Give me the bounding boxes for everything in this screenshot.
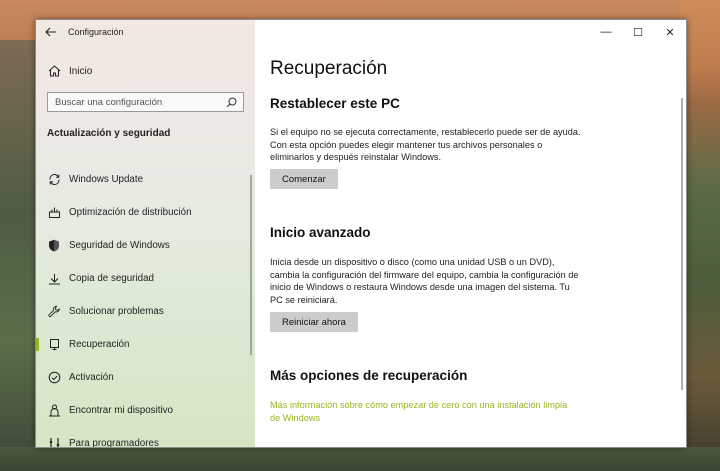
page-title: Recuperación (270, 58, 388, 79)
delivery-optimization-icon (47, 206, 61, 220)
sidebar-item-label: Solucionar problemas (69, 306, 164, 317)
check-circle-icon (47, 371, 61, 385)
minimize-icon: — (600, 26, 612, 38)
sidebar-item-activation[interactable]: Activación (36, 361, 255, 394)
sidebar-scrollbar[interactable] (250, 175, 252, 355)
restart-now-button[interactable]: Reiniciar ahora (270, 312, 358, 332)
wrench-icon (47, 305, 61, 319)
section-heading: Actualización y seguridad (47, 128, 171, 139)
sidebar-item-backup[interactable]: Copia de seguridad (36, 262, 255, 295)
sidebar-item-label: Copia de seguridad (69, 273, 154, 284)
desktop-background-bottom (0, 447, 720, 471)
sidebar-item-for-developers[interactable]: Para programadores (36, 427, 255, 448)
sidebar-item-label: Activación (69, 372, 114, 383)
title-bar: Configuración (36, 20, 255, 44)
search-box[interactable] (47, 92, 244, 112)
reset-pc-description: Si el equipo no se ejecuta correctamente… (270, 127, 581, 163)
window-controls: — ☐ ✕ (590, 20, 686, 44)
sidebar: Configuración Inicio Actualización y seg… (36, 20, 255, 447)
sidebar-item-find-my-device[interactable]: Encontrar mi dispositivo (36, 394, 255, 427)
reset-pc-heading: Restablecer este PC (270, 96, 400, 111)
sidebar-item-delivery-optimization[interactable]: Optimización de distribución (36, 196, 255, 229)
developer-icon (47, 437, 61, 447)
close-icon: ✕ (665, 26, 675, 39)
close-button[interactable]: ✕ (654, 20, 686, 44)
main-scrollbar[interactable] (681, 98, 683, 390)
sidebar-item-label: Para programadores (69, 438, 159, 448)
sync-icon (47, 173, 61, 187)
sidebar-item-label: Seguridad de Windows (69, 240, 170, 251)
search-input[interactable] (55, 96, 215, 108)
sidebar-item-home[interactable]: Inicio (36, 60, 255, 82)
advanced-startup-description: Inicia desde un dispositivo o disco (com… (270, 257, 579, 305)
nav-list: Windows Update Optimización de distribuc… (36, 163, 255, 448)
app-title: Configuración (68, 27, 124, 37)
advanced-startup-heading: Inicio avanzado (270, 225, 371, 240)
sidebar-item-label: Inicio (69, 65, 93, 77)
back-arrow-icon (45, 27, 56, 37)
sidebar-item-windows-security[interactable]: Seguridad de Windows (36, 229, 255, 262)
backup-arrow-icon (47, 272, 61, 286)
maximize-icon: ☐ (633, 26, 643, 39)
clean-install-link[interactable]: Más información sobre cómo empezar de ce… (270, 399, 570, 424)
sidebar-item-troubleshoot[interactable]: Solucionar problemas (36, 295, 255, 328)
recovery-icon (47, 338, 61, 352)
sidebar-item-label: Optimización de distribución (69, 207, 192, 218)
shield-icon (47, 239, 61, 253)
search-icon[interactable] (225, 96, 237, 108)
maximize-button[interactable]: ☐ (622, 20, 654, 44)
back-button[interactable] (36, 20, 66, 44)
minimize-button[interactable]: — (590, 20, 622, 44)
main-content: — ☐ ✕ Recuperación Restablecer este PC S… (255, 20, 686, 447)
sidebar-item-label: Recuperación (69, 339, 130, 350)
home-icon (47, 64, 61, 78)
person-locate-icon (47, 404, 61, 418)
settings-window: Configuración Inicio Actualización y seg… (35, 19, 687, 448)
sidebar-item-label: Encontrar mi dispositivo (69, 405, 173, 416)
more-recovery-options-heading: Más opciones de recuperación (270, 368, 468, 383)
sidebar-item-label: Windows Update (69, 174, 144, 185)
desktop-background-left (0, 40, 40, 471)
start-reset-button[interactable]: Comenzar (270, 169, 338, 189)
sidebar-item-recovery[interactable]: Recuperación (36, 328, 255, 361)
sidebar-item-windows-update[interactable]: Windows Update (36, 163, 255, 196)
